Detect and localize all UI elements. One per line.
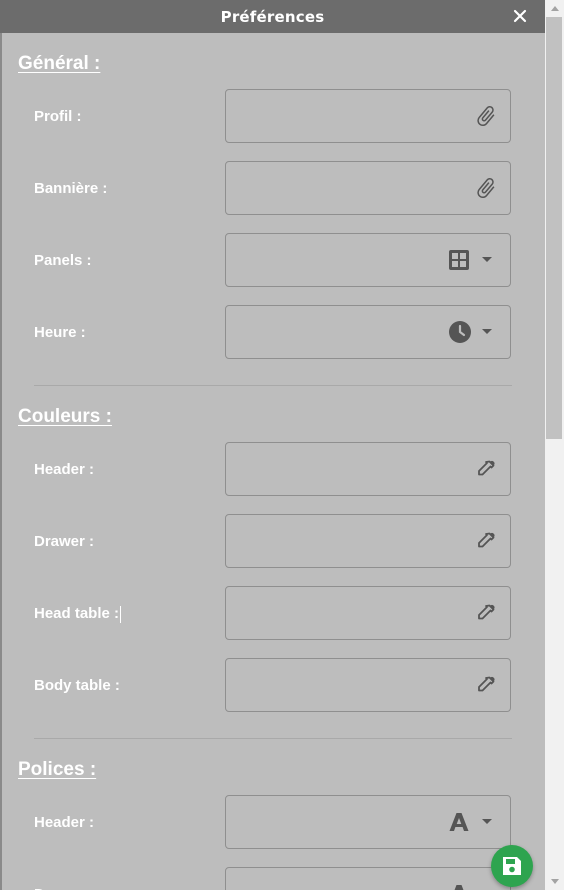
vertical-scrollbar[interactable] [545, 0, 564, 890]
clock-icon [448, 320, 472, 344]
label-heure: Heure : [34, 324, 86, 341]
save-button[interactable] [491, 845, 533, 887]
scroll-down-arrow-icon[interactable] [545, 873, 564, 890]
dialog-left-edge [0, 33, 2, 890]
section-divider [34, 738, 512, 739]
head-table-color-field[interactable] [225, 586, 511, 640]
chevron-down-icon [482, 257, 492, 263]
eyedropper-icon [476, 603, 496, 623]
save-icon [501, 855, 523, 877]
banniere-file-field[interactable] [225, 161, 511, 215]
section-title-polices: Polices : [18, 759, 97, 780]
label-profil: Profil : [34, 108, 82, 125]
paperclip-icon [474, 176, 498, 200]
preferences-dialog-body: Général : Profil : Bannière : Panels : H… [0, 33, 545, 890]
eyedropper-icon [476, 675, 496, 695]
grid-icon [448, 249, 470, 271]
section-title-general: Général : [18, 53, 101, 74]
heure-select[interactable] [225, 305, 511, 359]
label-drawer-color: Drawer : [34, 533, 95, 550]
eyedropper-icon [476, 459, 496, 479]
label-body-table-color: Body table : [34, 677, 120, 694]
paperclip-icon [474, 104, 498, 128]
dialog-title: Préférences [220, 7, 325, 26]
label-banniere: Bannière : [34, 180, 108, 197]
header-font-select[interactable] [225, 795, 511, 849]
scroll-up-arrow-icon[interactable] [545, 0, 564, 17]
label-panels: Panels : [34, 252, 92, 269]
text-cursor [120, 605, 122, 623]
section-title-couleurs: Couleurs : [18, 406, 112, 427]
label-drawer-font: D [34, 886, 45, 890]
chevron-down-icon [482, 329, 492, 335]
panels-select[interactable] [225, 233, 511, 287]
font-icon [448, 883, 470, 890]
label-header-color: Header : [34, 461, 95, 478]
drawer-font-select[interactable] [225, 867, 511, 890]
scrollbar-thumb[interactable] [546, 17, 562, 439]
header-color-field[interactable] [225, 442, 511, 496]
close-icon[interactable] [513, 9, 527, 23]
eyedropper-icon [476, 531, 496, 551]
label-head-table-color: Head table : [34, 605, 122, 623]
drawer-color-field[interactable] [225, 514, 511, 568]
dialog-titlebar: Préférences [0, 0, 545, 33]
font-icon [448, 811, 470, 833]
body-table-color-field[interactable] [225, 658, 511, 712]
chevron-down-icon [482, 819, 492, 825]
section-divider [34, 385, 512, 386]
label-header-font: Header : [34, 814, 95, 831]
profil-file-field[interactable] [225, 89, 511, 143]
